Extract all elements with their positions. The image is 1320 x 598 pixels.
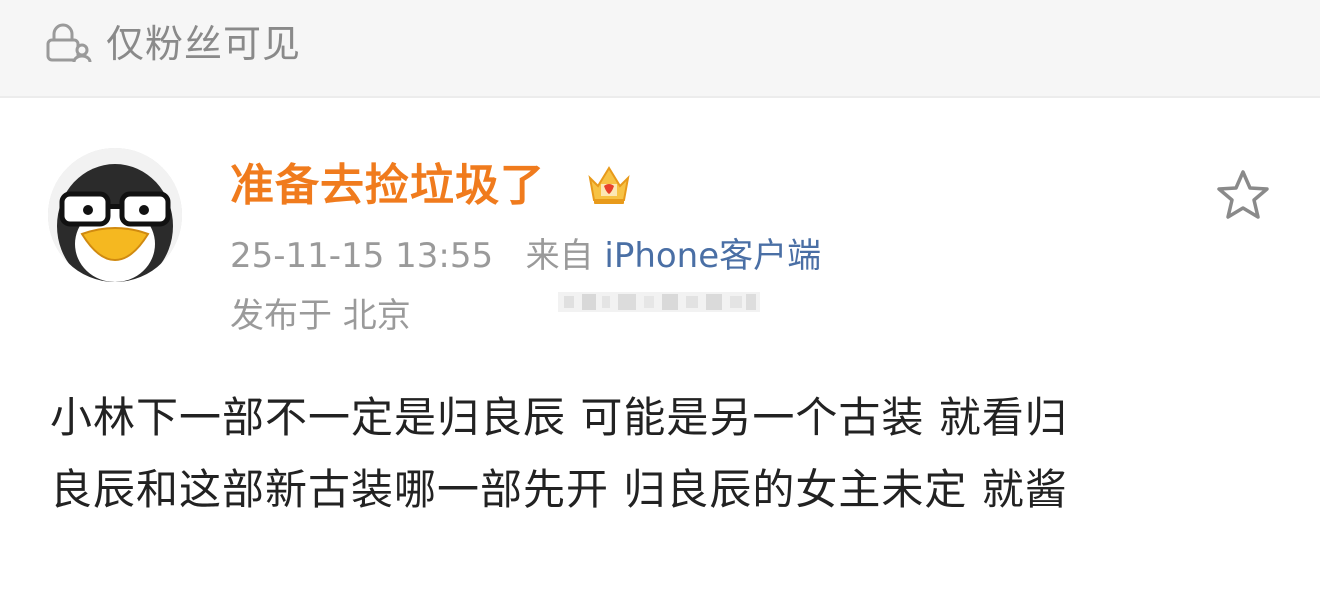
source-prefix: 来自 xyxy=(525,236,594,276)
avatar[interactable] xyxy=(48,148,182,282)
source-client-link[interactable]: iPhone客户端 xyxy=(604,236,821,276)
visibility-bar: 仅粉丝可见 xyxy=(0,0,1320,96)
post-time: 25-11-15 13:55 xyxy=(230,236,494,276)
star-outline-icon[interactable] xyxy=(1214,168,1272,222)
divider xyxy=(0,96,1320,98)
post-body-line: 小林下一部不一定是归良辰 可能是另一个古装 就看归 xyxy=(50,393,1068,442)
post-meta: 25-11-15 13:55 来自 iPhone客户端 xyxy=(230,232,821,280)
lock-person-icon xyxy=(46,23,92,63)
visibility-label: 仅粉丝可见 xyxy=(106,22,302,66)
vip-crown-badge-icon xyxy=(588,166,630,204)
weibo-post-card: 仅粉丝可见 准备去捡垃圾了 25-11-15 13:55 来自 iPhone客户… xyxy=(0,0,1320,598)
penguin-avatar-image xyxy=(48,148,182,282)
post-body: 小林下一部不一定是归良辰 可能是另一个古装 就看归 良辰和这部新古装哪一部先开 … xyxy=(50,382,1282,526)
post-body-line: 良辰和这部新古装哪一部先开 归良辰的女主未定 就酱 xyxy=(50,465,1068,514)
author-name[interactable]: 准备去捡垃圾了 xyxy=(230,158,545,214)
post-location: 发布于 北京 xyxy=(230,296,411,336)
blurred-redacted-text xyxy=(558,292,760,312)
